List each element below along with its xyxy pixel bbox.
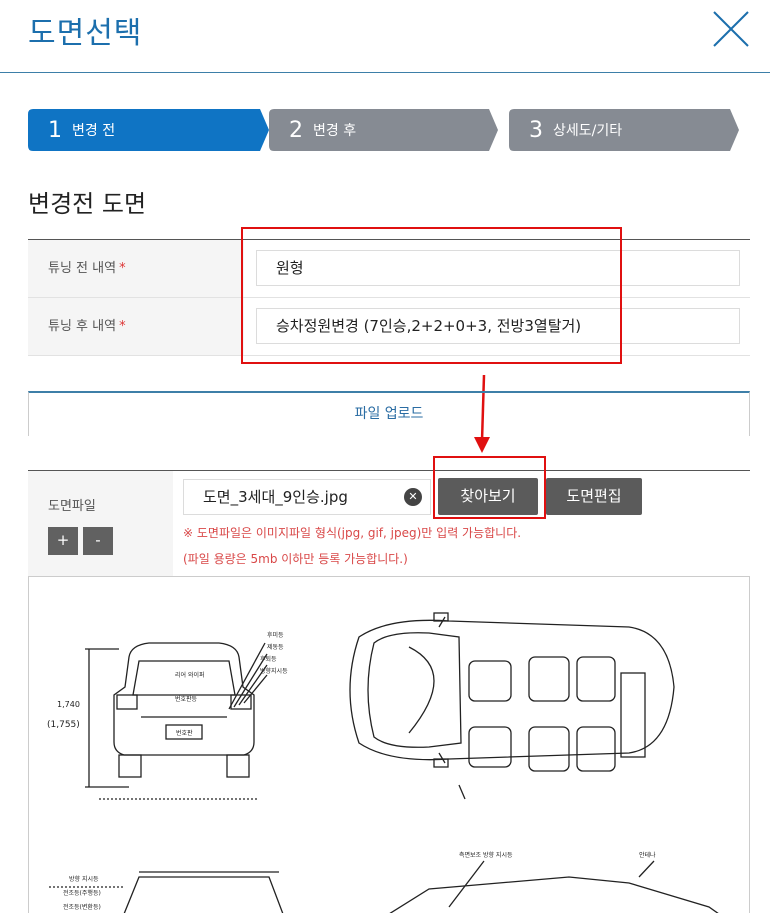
rear-view-drawing: 1,740 (1,755) 리어 와이퍼 번호판등 번호판 후미등 제동등 후퇴… [47, 631, 288, 800]
close-icon[interactable] [712, 10, 750, 48]
file-upload-row: 도면파일 + - 도면_3세대_9인승.jpg ✕ 찾아보기 도면편집 ※ 도면… [28, 470, 750, 577]
turn-label: 방향지시등 [260, 667, 288, 675]
vehicle-drawing-preview: 1,740 (1,755) 리어 와이퍼 번호판등 번호판 후미등 제동등 후퇴… [28, 576, 750, 913]
dialog-header: 도면선택 [0, 0, 770, 73]
file-label: 도면파일 [48, 499, 96, 514]
headlamp-label: 전조등(주행등) [63, 889, 101, 897]
add-file-button[interactable]: + [48, 527, 78, 555]
plate-label: 번호판 [176, 729, 193, 737]
required-mark: * [119, 319, 126, 334]
height-label-paren: (1,755) [47, 720, 80, 730]
required-mark: * [119, 261, 126, 276]
clear-icon[interactable]: ✕ [404, 488, 422, 506]
step-2-label: 변경 후 [313, 123, 357, 139]
step-3-label: 상세도/기타 [553, 123, 623, 139]
rear-wiper-label: 리어 와이퍼 [175, 671, 205, 679]
file-name-field[interactable]: 도면_3세대_9인승.jpg ✕ [183, 479, 431, 515]
step-indicator: 1 변경 전 2 변경 후 3 상세도/기타 [28, 109, 748, 151]
file-name: 도면_3세대_9인승.jpg [203, 488, 348, 506]
antenna-label: 안테나 [639, 851, 656, 859]
step-3[interactable]: 3 상세도/기타 [509, 109, 730, 151]
step-1[interactable]: 1 변경 전 [28, 109, 260, 151]
highlight-box-browse [433, 456, 546, 519]
reverse-label: 후퇴등 [260, 655, 277, 663]
side-turn-label: 측면보조 방향 지시등 [459, 851, 513, 859]
after-label: 튜닝 후 내역 [48, 319, 117, 334]
highlight-box-form [241, 227, 622, 364]
top-view-drawing [349, 612, 675, 800]
before-label: 튜닝 전 내역 [48, 261, 117, 276]
remove-file-button[interactable]: - [83, 527, 113, 555]
file-notice-format: ※ 도면파일은 이미지파일 형식(jpg, gif, jpeg)만 입력 가능합… [183, 526, 522, 540]
after-label-cell: 튜닝 후 내역 * [28, 298, 244, 355]
section-title: 변경전 도면 [28, 190, 147, 218]
step-1-label: 변경 전 [72, 123, 116, 139]
step-2[interactable]: 2 변경 후 [269, 109, 489, 151]
tab-file-upload[interactable]: 파일 업로드 [28, 391, 750, 436]
height-label: 1,740 [57, 700, 80, 709]
brake-label: 제동등 [267, 643, 284, 651]
rear-lamp-label: 후미등 [267, 631, 284, 639]
vehicle-drawing-image: 1,740 (1,755) 리어 와이퍼 번호판등 번호판 후미등 제동등 후퇴… [47, 612, 719, 913]
plate-lamp-label: 번호판등 [175, 695, 198, 703]
front-side-view-drawing: 측면보조 방향 지시등 안테나 방향 지시등 전조등(주행등) 전조등(변환등) [49, 851, 719, 913]
edit-drawing-button[interactable]: 도면편집 [546, 478, 642, 515]
headlamp2-label: 전조등(변환등) [63, 903, 101, 911]
front-turn-label: 방향 지시등 [69, 875, 99, 883]
before-label-cell: 튜닝 전 내역 * [28, 240, 244, 297]
dialog-title: 도면선택 [28, 16, 143, 51]
step-3-number: 3 [529, 117, 543, 143]
file-notice-size: (파일 용량은 5mb 이하만 등록 가능합니다.) [183, 552, 408, 566]
step-2-number: 2 [289, 117, 303, 143]
file-label-cell: 도면파일 + - [28, 471, 173, 577]
step-1-number: 1 [48, 117, 62, 143]
